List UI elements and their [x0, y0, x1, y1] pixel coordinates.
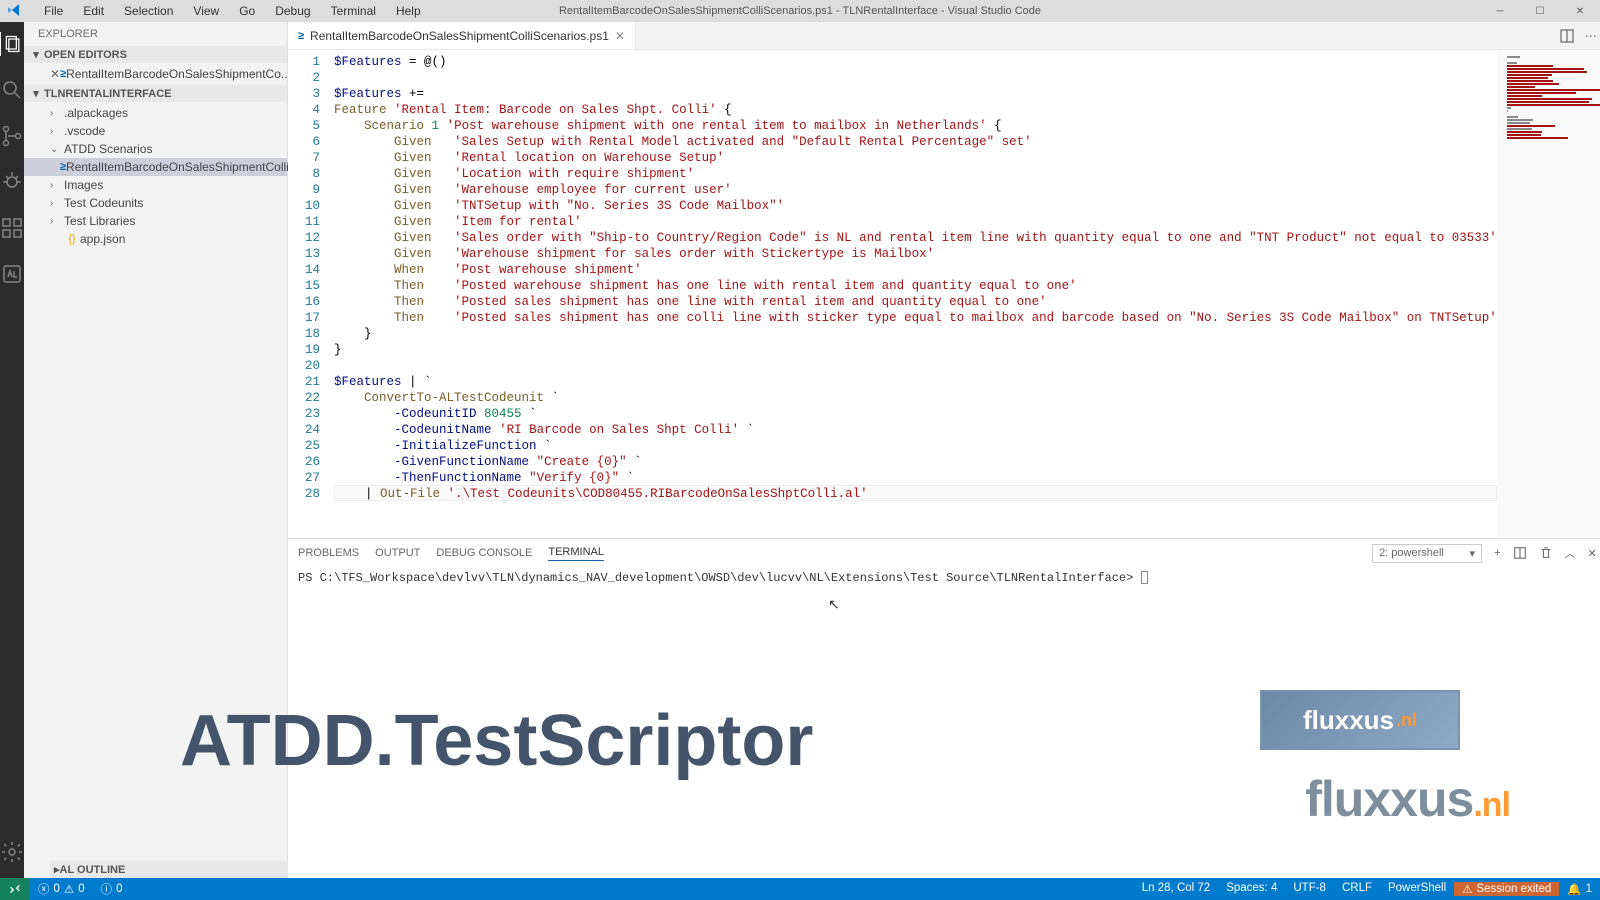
new-terminal-icon[interactable]: +: [1494, 547, 1500, 559]
menu-selection[interactable]: Selection: [116, 2, 181, 20]
menu-file[interactable]: File: [36, 2, 71, 20]
tree-item[interactable]: ›Test Codeunits: [24, 194, 287, 212]
split-terminal-icon[interactable]: [1513, 546, 1527, 560]
panel: PROBLEMS OUTPUT DEBUG CONSOLE TERMINAL 2…: [288, 538, 1600, 878]
al-icon[interactable]: [0, 262, 24, 286]
tab-problems[interactable]: PROBLEMS: [298, 547, 359, 559]
search-icon[interactable]: [0, 78, 24, 102]
status-session[interactable]: ⚠ Session exited: [1454, 882, 1559, 896]
tree-item[interactable]: ⌄ATDD Scenarios: [24, 140, 287, 158]
panel-tabs: PROBLEMS OUTPUT DEBUG CONSOLE TERMINAL 2…: [288, 539, 1600, 567]
editor-area: ≥ RentalItemBarcodeOnSalesShipmentColliS…: [288, 22, 1600, 878]
explorer-icon[interactable]: [0, 32, 23, 56]
close-panel-icon[interactable]: ✕: [1588, 547, 1597, 560]
tab-terminal[interactable]: TERMINAL: [548, 546, 604, 561]
minimap[interactable]: [1497, 50, 1600, 538]
window-controls: ─ ☐ ✕: [1480, 0, 1600, 22]
maximize-panel-icon[interactable]: ︿: [1565, 545, 1576, 561]
code-editor[interactable]: 1234567891011121314151617181920212223242…: [288, 50, 1600, 538]
minimize-button[interactable]: ─: [1480, 0, 1520, 22]
tab-label: RentalItemBarcodeOnSalesShipmentColliSce…: [310, 29, 609, 43]
menu-debug[interactable]: Debug: [267, 2, 318, 20]
menu-go[interactable]: Go: [231, 2, 263, 20]
open-editors-header[interactable]: ▾OPEN EDITORS: [24, 46, 287, 63]
status-infos[interactable]: ⓘ 0: [93, 878, 131, 900]
open-editor-item[interactable]: ✕ ≥ RentalItemBarcodeOnSalesShipmentCo..…: [24, 65, 287, 83]
status-bell[interactable]: 🔔 1: [1559, 882, 1600, 896]
more-icon[interactable]: ⋯: [1585, 29, 1597, 43]
menu-edit[interactable]: Edit: [75, 2, 112, 20]
menu-help[interactable]: Help: [388, 2, 429, 20]
sidebar: EXPLORER ▾OPEN EDITORS ✕ ≥ RentalItemBar…: [24, 22, 288, 878]
outline-header[interactable]: ▸AL OUTLINE: [50, 861, 314, 878]
tree-item[interactable]: {}app.json: [24, 230, 287, 248]
tab-output[interactable]: OUTPUT: [375, 547, 420, 559]
status-eol[interactable]: CRLF: [1334, 882, 1380, 894]
editor-tabs: ≥ RentalItemBarcodeOnSalesShipmentColliS…: [288, 22, 1600, 50]
tab-debug-console[interactable]: DEBUG CONSOLE: [436, 547, 532, 559]
kill-terminal-icon[interactable]: [1539, 546, 1553, 560]
tree-item[interactable]: ≥RentalItemBarcodeOnSalesShipmentColliSc…: [24, 158, 287, 176]
maximize-button[interactable]: ☐: [1520, 0, 1560, 22]
titlebar: File Edit Selection View Go Debug Termin…: [0, 0, 1600, 22]
tree-item[interactable]: ›.vscode: [24, 122, 287, 140]
debug-icon[interactable]: [0, 170, 24, 194]
tree-item[interactable]: ›.alpackages: [24, 104, 287, 122]
split-editor-icon[interactable]: [1559, 28, 1575, 44]
terminal[interactable]: PS C:\TFS_Workspace\devlvv\TLN\dynamics_…: [288, 567, 1600, 878]
menu-view[interactable]: View: [185, 2, 227, 20]
status-remote[interactable]: [0, 878, 30, 900]
settings-icon[interactable]: [0, 840, 24, 864]
activitybar: [0, 22, 24, 878]
menubar: File Edit Selection View Go Debug Termin…: [36, 2, 429, 20]
sidebar-title: EXPLORER: [24, 22, 287, 46]
tree-item[interactable]: ›Images: [24, 176, 287, 194]
status-errors[interactable]: ⓧ 0 ⚠ 0: [30, 878, 93, 900]
source-control-icon[interactable]: [0, 124, 24, 148]
app-logo-icon: [0, 3, 30, 19]
close-icon[interactable]: ✕: [615, 29, 625, 43]
menu-terminal[interactable]: Terminal: [323, 2, 384, 20]
terminal-selector[interactable]: 2: powershell▾: [1372, 544, 1482, 563]
statusbar: ⓧ 0 ⚠ 0 ⓘ 0 Ln 28, Col 72 Spaces: 4 UTF-…: [0, 878, 1600, 900]
tree-item[interactable]: ›Test Libraries: [24, 212, 287, 230]
status-cursor[interactable]: Ln 28, Col 72: [1134, 882, 1218, 894]
mouse-cursor-icon: ↖: [828, 597, 840, 614]
status-encoding[interactable]: UTF-8: [1285, 882, 1334, 894]
window-title: RentalItemBarcodeOnSalesShipmentColliSce…: [559, 5, 1041, 17]
workspace-header[interactable]: ▾TLNRENTALINTERFACE: [24, 85, 287, 102]
close-button[interactable]: ✕: [1560, 0, 1600, 22]
tab-active[interactable]: ≥ RentalItemBarcodeOnSalesShipmentColliS…: [288, 22, 636, 49]
status-spaces[interactable]: Spaces: 4: [1218, 882, 1285, 894]
extensions-icon[interactable]: [0, 216, 24, 240]
status-language[interactable]: PowerShell: [1380, 882, 1454, 894]
